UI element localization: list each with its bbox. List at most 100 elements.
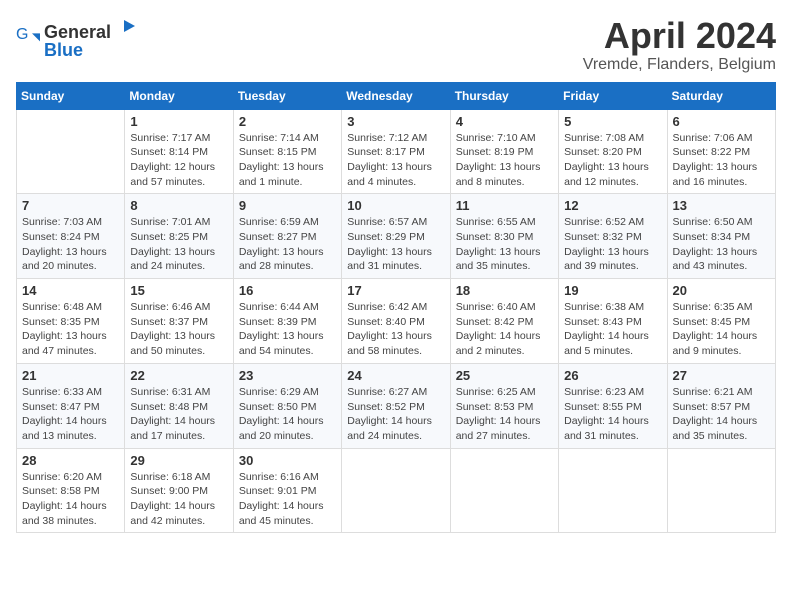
day-info: Sunrise: 6:16 AMSunset: 9:01 PMDaylight:… [239,470,336,529]
day-info: Sunrise: 6:20 AMSunset: 8:58 PMDaylight:… [22,470,119,529]
day-number: 1 [130,114,227,129]
calendar-week-row: 21 Sunrise: 6:33 AMSunset: 8:47 PMDayligh… [17,363,776,448]
day-info: Sunrise: 7:14 AMSunset: 8:15 PMDaylight:… [239,131,336,190]
day-info: Sunrise: 6:52 AMSunset: 8:32 PMDaylight:… [564,215,661,274]
day-number: 30 [239,453,336,468]
day-number: 12 [564,198,661,213]
logo-general: General [44,23,111,41]
day-info: Sunrise: 6:25 AMSunset: 8:53 PMDaylight:… [456,385,553,444]
calendar-cell [17,109,125,194]
day-number: 9 [239,198,336,213]
day-number: 10 [347,198,444,213]
calendar-cell: 12 Sunrise: 6:52 AMSunset: 8:32 PMDayligh… [559,194,667,279]
day-info: Sunrise: 6:57 AMSunset: 8:29 PMDaylight:… [347,215,444,274]
day-number: 20 [673,283,770,298]
calendar-cell: 20 Sunrise: 6:35 AMSunset: 8:45 PMDayligh… [667,279,775,364]
calendar-cell: 14Sunrise: 6:48 AMSunset: 8:35 PMDayligh… [17,279,125,364]
day-number: 22 [130,368,227,383]
day-number: 7 [22,198,119,213]
day-info: Sunrise: 6:59 AMSunset: 8:27 PMDaylight:… [239,215,336,274]
calendar-cell: 17 Sunrise: 6:42 AMSunset: 8:40 PMDayligh… [342,279,450,364]
day-number: 11 [456,198,553,213]
day-number: 28 [22,453,119,468]
day-info: Sunrise: 6:50 AMSunset: 8:34 PMDaylight:… [673,215,770,274]
day-number: 19 [564,283,661,298]
calendar-cell: 18Sunrise: 6:40 AMSunset: 8:42 PMDayligh… [450,279,558,364]
day-info: Sunrise: 6:31 AMSunset: 8:48 PMDaylight:… [130,385,227,444]
day-info: Sunrise: 6:42 AMSunset: 8:40 PMDaylight:… [347,300,444,359]
weekday-header-saturday: Saturday [667,82,775,109]
calendar-cell: 21 Sunrise: 6:33 AMSunset: 8:47 PMDayligh… [17,363,125,448]
calendar-cell: 27Sunrise: 6:21 AMSunset: 8:57 PMDayligh… [667,363,775,448]
weekday-header-row: SundayMondayTuesdayWednesdayThursdayFrid… [17,82,776,109]
calendar-cell: 19 Sunrise: 6:38 AMSunset: 8:43 PMDayligh… [559,279,667,364]
calendar-cell: 11 Sunrise: 6:55 AMSunset: 8:30 PMDayligh… [450,194,558,279]
calendar-cell: 29 Sunrise: 6:18 AMSunset: 9:00 PMDayligh… [125,448,233,533]
day-number: 24 [347,368,444,383]
day-number: 5 [564,114,661,129]
calendar-cell: 13Sunrise: 6:50 AMSunset: 8:34 PMDayligh… [667,194,775,279]
weekday-header-sunday: Sunday [17,82,125,109]
weekday-header-thursday: Thursday [450,82,558,109]
location-subtitle: Vremde, Flanders, Belgium [583,56,776,74]
day-info: Sunrise: 6:21 AMSunset: 8:57 PMDaylight:… [673,385,770,444]
day-info: Sunrise: 7:10 AMSunset: 8:19 PMDaylight:… [456,131,553,190]
page-header: G General Blue April 2024 Vremde, Flande… [16,16,776,74]
day-info: Sunrise: 6:55 AMSunset: 8:30 PMDaylight:… [456,215,553,274]
calendar-table: SundayMondayTuesdayWednesdayThursdayFrid… [16,82,776,534]
day-number: 25 [456,368,553,383]
calendar-cell: 22 Sunrise: 6:31 AMSunset: 8:48 PMDayligh… [125,363,233,448]
day-number: 6 [673,114,770,129]
day-info: Sunrise: 7:01 AMSunset: 8:25 PMDaylight:… [130,215,227,274]
calendar-cell: 10 Sunrise: 6:57 AMSunset: 8:29 PMDayligh… [342,194,450,279]
day-info: Sunrise: 6:18 AMSunset: 9:00 PMDaylight:… [130,470,227,529]
day-info: Sunrise: 6:33 AMSunset: 8:47 PMDaylight:… [22,385,119,444]
weekday-header-tuesday: Tuesday [233,82,341,109]
day-number: 29 [130,453,227,468]
day-info: Sunrise: 6:48 AMSunset: 8:35 PMDaylight:… [22,300,119,359]
weekday-header-wednesday: Wednesday [342,82,450,109]
calendar-cell [450,448,558,533]
calendar-cell: 6 Sunrise: 7:06 AMSunset: 8:22 PMDaylight… [667,109,775,194]
day-info: Sunrise: 6:35 AMSunset: 8:45 PMDaylight:… [673,300,770,359]
day-info: Sunrise: 7:17 AMSunset: 8:14 PMDaylight:… [130,131,227,190]
day-number: 18 [456,283,553,298]
calendar-cell: 1 Sunrise: 7:17 AMSunset: 8:14 PMDaylight… [125,109,233,194]
day-info: Sunrise: 7:12 AMSunset: 8:17 PMDaylight:… [347,131,444,190]
day-number: 16 [239,283,336,298]
day-info: Sunrise: 6:23 AMSunset: 8:55 PMDaylight:… [564,385,661,444]
logo-bird-icon [113,16,135,38]
calendar-cell: 25 Sunrise: 6:25 AMSunset: 8:53 PMDayligh… [450,363,558,448]
day-info: Sunrise: 7:08 AMSunset: 8:20 PMDaylight:… [564,131,661,190]
month-title: April 2024 [583,16,776,56]
day-number: 17 [347,283,444,298]
day-info: Sunrise: 6:38 AMSunset: 8:43 PMDaylight:… [564,300,661,359]
day-info: Sunrise: 7:06 AMSunset: 8:22 PMDaylight:… [673,131,770,190]
calendar-cell: 8 Sunrise: 7:01 AMSunset: 8:25 PMDaylight… [125,194,233,279]
weekday-header-monday: Monday [125,82,233,109]
calendar-cell: 4 Sunrise: 7:10 AMSunset: 8:19 PMDaylight… [450,109,558,194]
day-number: 3 [347,114,444,129]
day-number: 4 [456,114,553,129]
day-number: 8 [130,198,227,213]
calendar-cell [342,448,450,533]
calendar-cell: 30 Sunrise: 6:16 AMSunset: 9:01 PMDayligh… [233,448,341,533]
calendar-cell: 2Sunrise: 7:14 AMSunset: 8:15 PMDaylight… [233,109,341,194]
calendar-cell [667,448,775,533]
day-info: Sunrise: 7:03 AMSunset: 8:24 PMDaylight:… [22,215,119,274]
calendar-cell: 23Sunrise: 6:29 AMSunset: 8:50 PMDayligh… [233,363,341,448]
logo-icon: G [16,27,40,51]
calendar-week-row: 7 Sunrise: 7:03 AMSunset: 8:24 PMDaylight… [17,194,776,279]
title-section: April 2024 Vremde, Flanders, Belgium [583,16,776,74]
calendar-cell: 9 Sunrise: 6:59 AMSunset: 8:27 PMDaylight… [233,194,341,279]
calendar-cell: 26Sunrise: 6:23 AMSunset: 8:55 PMDayligh… [559,363,667,448]
day-number: 21 [22,368,119,383]
day-info: Sunrise: 6:27 AMSunset: 8:52 PMDaylight:… [347,385,444,444]
calendar-cell: 28 Sunrise: 6:20 AMSunset: 8:58 PMDayligh… [17,448,125,533]
weekday-header-friday: Friday [559,82,667,109]
calendar-week-row: 1 Sunrise: 7:17 AMSunset: 8:14 PMDaylight… [17,109,776,194]
calendar-week-row: 28 Sunrise: 6:20 AMSunset: 8:58 PMDayligh… [17,448,776,533]
calendar-cell: 5 Sunrise: 7:08 AMSunset: 8:20 PMDaylight… [559,109,667,194]
calendar-cell: 16Sunrise: 6:44 AMSunset: 8:39 PMDayligh… [233,279,341,364]
svg-text:G: G [16,27,28,43]
